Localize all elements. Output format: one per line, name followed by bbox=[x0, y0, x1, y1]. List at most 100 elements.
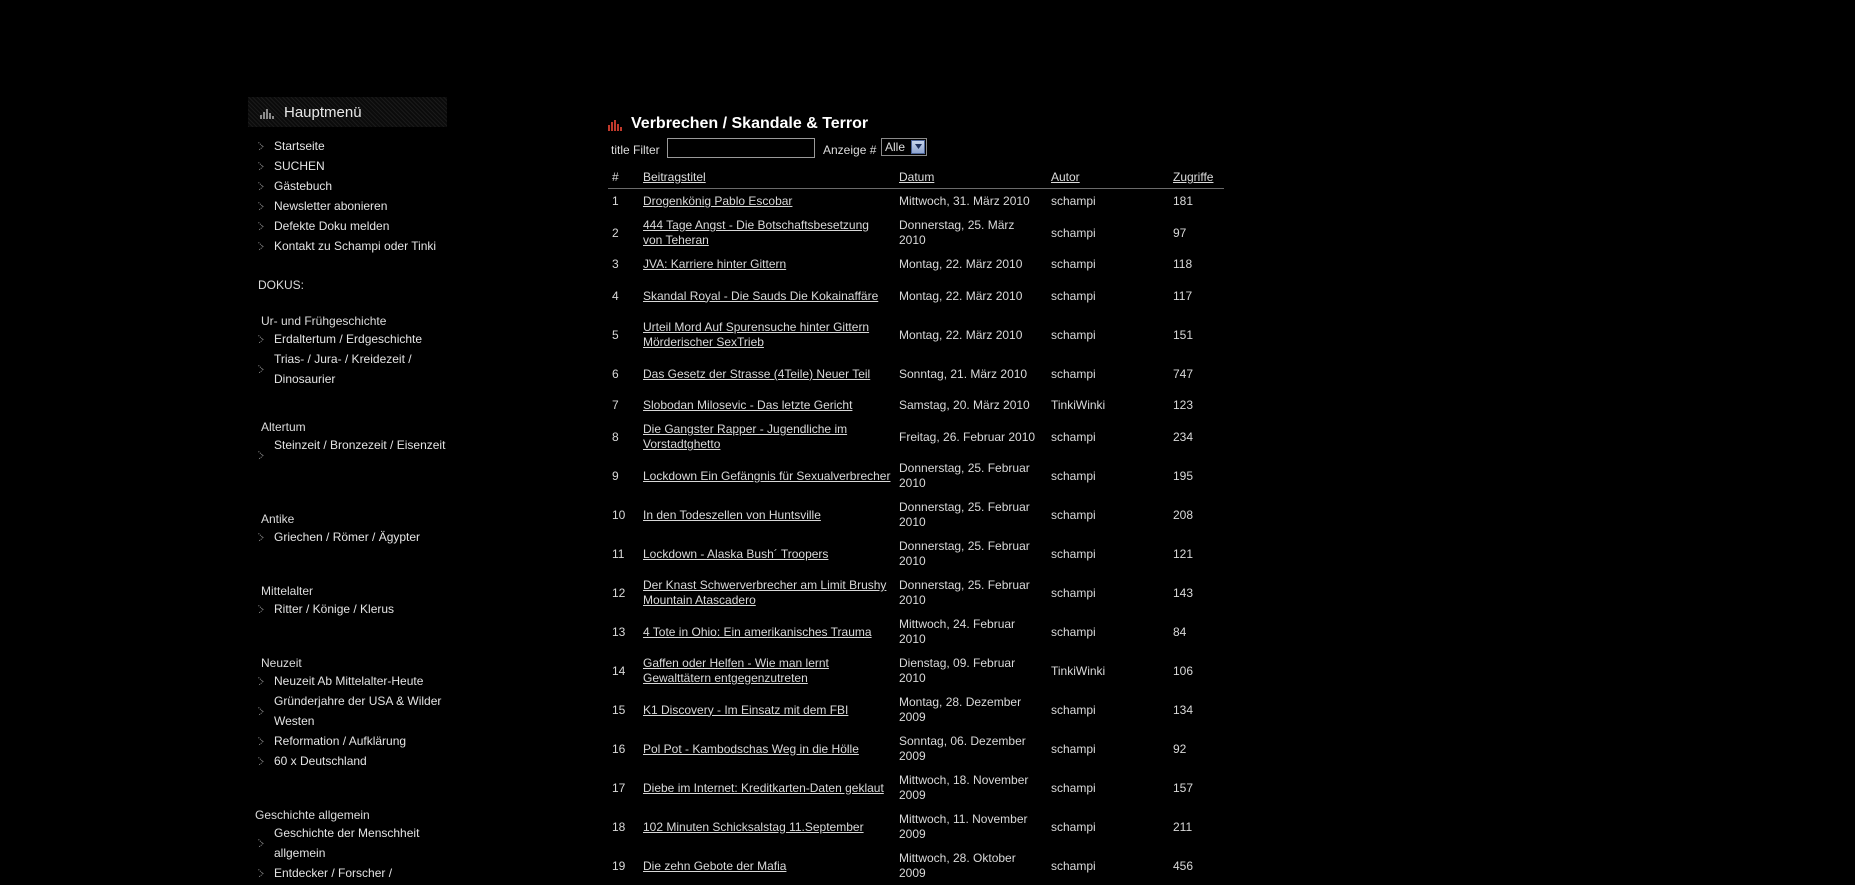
chevron-right-icon bbox=[258, 838, 264, 848]
row-number: 15 bbox=[612, 702, 626, 717]
nav-item-kontakt-zu-schampi-oder-tinki[interactable]: Kontakt zu Schampi oder Tinki bbox=[248, 236, 448, 256]
nav-item-label: Kontakt zu Schampi oder Tinki bbox=[274, 239, 437, 253]
article-hits: 117 bbox=[1173, 288, 1193, 303]
article-hits: 181 bbox=[1173, 194, 1194, 209]
article-title-link[interactable]: 102 Minuten Schicksalstag 11.September bbox=[639, 807, 895, 846]
nav-item-geschichte-der-menschheit-allgemein[interactable]: Geschichte der Menschheit allgemein bbox=[248, 823, 448, 863]
nav-item-erdaltertum-erdgeschichte[interactable]: Erdaltertum / Erdgeschichte bbox=[248, 329, 448, 349]
table-row: 3 JVA: Karriere hinter Gittern Montag, 22.… bbox=[608, 252, 1224, 276]
nav-item-label: Gästebuch bbox=[274, 179, 333, 193]
section-title: Neuzeit bbox=[261, 656, 302, 670]
table-row: 13 4 Tote in Ohio: Ein amerikanisches Tra… bbox=[608, 612, 1224, 651]
article-title-link[interactable]: Lockdown - Alaska Bush´ Troopers bbox=[639, 534, 895, 573]
article-title-link[interactable]: Die Gangster Rapper - Jugendliche im Vor… bbox=[639, 417, 895, 456]
article-author: schampi bbox=[1051, 194, 1096, 209]
article-title-link[interactable]: Pol Pot - Kambodschas Weg in die Hölle bbox=[639, 729, 895, 768]
nav-item-suchen[interactable]: SUCHEN bbox=[248, 156, 448, 176]
nav-item-newsletter-abonieren[interactable]: Newsletter abonieren bbox=[248, 196, 448, 216]
row-number: 5 bbox=[612, 327, 619, 342]
article-date: Montag, 22. März 2010 bbox=[899, 288, 1023, 303]
article-title-link[interactable]: Drogenkönig Pablo Escobar bbox=[639, 189, 895, 213]
nav-item-trias-jura-kreidezeit-dinosaurier[interactable]: Trias- / Jura- / Kreidezeit / Dinosaurie… bbox=[248, 349, 448, 389]
chevron-right-icon bbox=[258, 364, 264, 374]
table-row: 16 Pol Pot - Kambodschas Weg in die Hölle… bbox=[608, 729, 1224, 768]
column-header-date[interactable]: Datum bbox=[895, 166, 1047, 189]
article-title-link[interactable]: Die zehn Gebote der Mafia bbox=[639, 846, 895, 885]
column-header-hits[interactable]: Zugriffe bbox=[1169, 166, 1224, 189]
nav-item-label: Steinzeit / Bronzezeit / Eisenzeit bbox=[274, 438, 446, 452]
section-nav: Ritter / Könige / Klerus bbox=[248, 599, 448, 619]
nav-item-defekte-doku-melden[interactable]: Defekte Doku melden bbox=[248, 216, 448, 236]
article-title-link[interactable]: 444 Tage Angst - Die Botschaftsbesetzung… bbox=[639, 213, 895, 252]
nav-item-label: Griechen / Römer / Ägypter bbox=[274, 530, 421, 544]
section-nav: Erdaltertum / Erdgeschichte Trias- / Jura… bbox=[248, 329, 448, 389]
article-author: schampi bbox=[1051, 468, 1096, 483]
row-number: 9 bbox=[612, 468, 619, 483]
column-header-title[interactable]: Beitragstitel bbox=[639, 166, 895, 189]
section-geschichte-allgemein: Geschichte allgemein Geschichte der Mensc… bbox=[248, 807, 448, 883]
article-author: schampi bbox=[1051, 257, 1096, 271]
nav-item-gastebuch[interactable]: Gästebuch bbox=[248, 176, 448, 196]
display-count-select[interactable]: Alle bbox=[881, 138, 927, 156]
article-title-link[interactable]: Gaffen oder Helfen - Wie man lernt Gewal… bbox=[639, 651, 895, 690]
nav-item-entdecker-forscher[interactable]: Entdecker / Forscher / bbox=[248, 863, 448, 883]
article-date: Donnerstag, 25. Februar 2010 bbox=[899, 539, 1030, 568]
article-title-link[interactable]: Das Gesetz der Strasse (4Teile) Neuer Te… bbox=[639, 354, 895, 393]
section-title: Ur- und Frühgeschichte bbox=[261, 314, 387, 328]
table-row: 18 102 Minuten Schicksalstag 11.September… bbox=[608, 807, 1224, 846]
article-title-link[interactable]: Der Knast Schwerverbrecher am Limit Brus… bbox=[639, 573, 895, 612]
chevron-right-icon bbox=[258, 604, 264, 614]
filter-row: title Filter Anzeige # Alle bbox=[608, 137, 1228, 161]
table-row: 11 Lockdown - Alaska Bush´ Troopers Donner… bbox=[608, 534, 1224, 573]
article-title-link[interactable]: Lockdown Ein Gefängnis für Sexualverbrec… bbox=[639, 456, 895, 495]
doku-sections: Ur- und Frühgeschichte Erdaltertum / Erdg… bbox=[248, 313, 448, 883]
section-nav: Neuzeit Ab Mittelalter-Heute Gründerjahre… bbox=[248, 671, 448, 771]
article-date: Mittwoch, 28. Oktober 2009 bbox=[899, 851, 1016, 880]
bar-graph-icon bbox=[608, 120, 622, 131]
nav-item-60-x-deutschland[interactable]: 60 x Deutschland bbox=[248, 751, 448, 771]
article-author: schampi bbox=[1051, 819, 1096, 834]
chevron-right-icon bbox=[258, 450, 264, 460]
article-date: Freitag, 26. Februar 2010 bbox=[899, 429, 1036, 444]
title-filter-input[interactable] bbox=[667, 138, 815, 158]
nav-item-grunderjahre-der-usa-wilder-westen[interactable]: Gründerjahre der USA & Wilder Westen bbox=[248, 691, 448, 731]
article-author: TinkiWinki bbox=[1051, 398, 1106, 412]
section-title: Mittelalter bbox=[261, 584, 314, 598]
article-title-link[interactable]: Diebe im Internet: Kreditkarten-Daten ge… bbox=[639, 768, 895, 807]
main-content: Verbrechen / Skandale & Terror title Fil… bbox=[608, 113, 1228, 885]
column-header-author[interactable]: Autor bbox=[1047, 166, 1169, 189]
article-author: schampi bbox=[1051, 858, 1096, 873]
article-author: schampi bbox=[1051, 429, 1096, 444]
article-title-link[interactable]: K1 Discovery - Im Einsatz mit dem FBI bbox=[639, 690, 895, 729]
article-title-link[interactable]: Slobodan Milosevic - Das letzte Gericht bbox=[639, 393, 895, 417]
nav-item-neuzeit-ab-mittelalter-heute[interactable]: Neuzeit Ab Mittelalter-Heute bbox=[248, 671, 448, 691]
nav-item-startseite[interactable]: Startseite bbox=[248, 136, 448, 156]
article-hits: 234 bbox=[1173, 429, 1194, 444]
article-title-link[interactable]: 4 Tote in Ohio: Ein amerikanisches Traum… bbox=[639, 612, 895, 651]
article-hits: 157 bbox=[1173, 780, 1194, 795]
article-date: Samstag, 20. März 2010 bbox=[899, 398, 1030, 412]
article-date: Donnerstag, 25. Februar 2010 bbox=[899, 578, 1030, 607]
row-number: 4 bbox=[612, 288, 619, 303]
article-title-link[interactable]: Skandal Royal - Die Sauds Die Kokainaffä… bbox=[639, 276, 895, 315]
table-row: 19 Die zehn Gebote der Mafia Mittwoch, 28.… bbox=[608, 846, 1224, 885]
nav-item-griechen-romer-agypter[interactable]: Griechen / Römer / Ägypter bbox=[248, 527, 448, 547]
nav-item-ritter-konige-klerus[interactable]: Ritter / Könige / Klerus bbox=[248, 599, 448, 619]
article-author: schampi bbox=[1051, 327, 1096, 342]
nav-item-label: Geschichte der Menschheit allgemein bbox=[274, 826, 420, 860]
nav-item-label: 60 x Deutschland bbox=[274, 754, 367, 768]
article-title-link[interactable]: Urteil Mord Auf Spurensuche hinter Gitte… bbox=[639, 315, 895, 354]
chevron-right-icon bbox=[258, 676, 264, 686]
nav-item-reformation-aufklarung[interactable]: Reformation / Aufklärung bbox=[248, 731, 448, 751]
article-date: Dienstag, 09. Februar 2010 bbox=[899, 656, 1016, 685]
nav-item-steinzeit-bronzezeit-eisenzeit[interactable]: Steinzeit / Bronzezeit / Eisenzeit bbox=[248, 435, 448, 475]
article-title-link[interactable]: In den Todeszellen von Huntsville bbox=[639, 495, 895, 534]
article-date: Montag, 22. März 2010 bbox=[899, 327, 1023, 342]
article-title-link[interactable]: JVA: Karriere hinter Gittern bbox=[639, 252, 895, 276]
chevron-right-icon bbox=[258, 201, 264, 211]
article-hits: 211 bbox=[1173, 819, 1193, 834]
article-date: Donnerstag, 25. März 2010 bbox=[899, 218, 1015, 247]
nav-item-label: Ritter / Könige / Klerus bbox=[274, 602, 395, 616]
table-row: 1 Drogenkönig Pablo Escobar Mittwoch, 31. … bbox=[608, 189, 1224, 213]
display-count-label: Anzeige # bbox=[823, 143, 877, 157]
